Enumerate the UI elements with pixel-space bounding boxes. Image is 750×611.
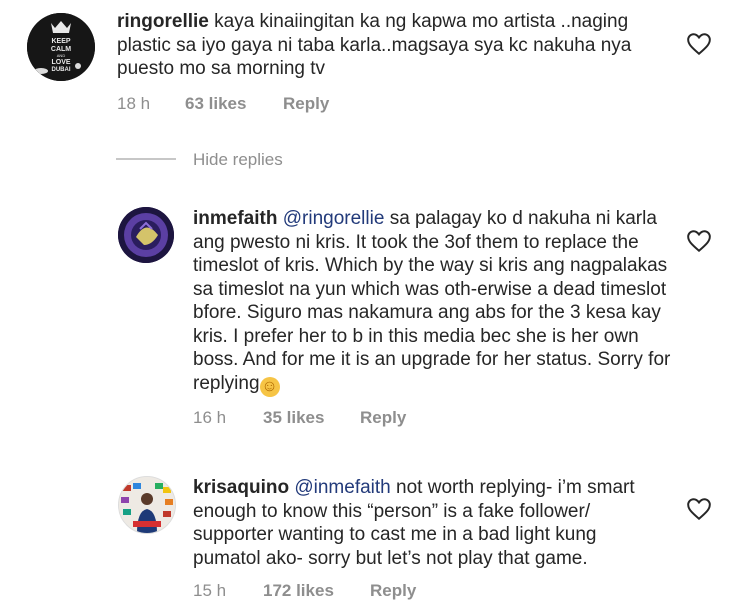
reply-button[interactable]: Reply [360,408,406,428]
avatar-krisaquino[interactable] [118,476,176,534]
avatar-word-4: LOVE [51,59,70,66]
hide-replies-link[interactable]: Hide replies [193,150,283,170]
reply-button[interactable]: Reply [283,94,329,114]
username-krisaquino[interactable]: krisaquino [193,477,289,498]
mention-inmefaith[interactable]: @inmefaith [294,477,390,498]
timestamp: 15 h [193,581,227,600]
likes-count[interactable]: 172 likes [263,581,370,601]
username-inmefaith[interactable]: inmefaith [193,208,277,229]
avatar-word-2: CALM [51,46,71,53]
avatar-word-5: DUBAI [52,67,71,73]
avatar-word-1: KEEP [51,38,70,45]
inmefaith-avatar-art [118,207,174,263]
comment-meta-2: 16 h 35 likes Reply [193,408,406,428]
likes-count[interactable]: 63 likes [185,94,283,114]
comment-inmefaith: inmefaith @ringorellie sa palagay ko d n… [193,207,673,397]
heart-outline-icon[interactable] [686,229,712,253]
username-ringorellie[interactable]: ringorellie [117,11,209,32]
hide-replies-divider [116,158,176,160]
heart-outline-icon[interactable] [686,32,712,56]
smiling-emoji: ☺ [259,376,280,397]
avatar-inmefaith[interactable] [118,207,174,263]
comment-krisaquino: krisaquino @inmefaith not worth replying… [193,476,668,570]
reply-button[interactable]: Reply [370,581,416,601]
avatar-word-3: AND [57,53,66,58]
heart-outline-icon[interactable] [686,497,712,521]
krisaquino-avatar-art [119,477,175,533]
comment-body: sa palagay ko d nakuha ni karla ang pwes… [193,208,671,394]
mention-ringorellie[interactable]: @ringorellie [283,208,385,229]
avatar-ringorellie[interactable]: KEEP CALM AND LOVE DUBAI [27,13,95,81]
timestamp: 18 h [117,94,151,113]
timestamp: 16 h [193,408,227,427]
likes-count[interactable]: 35 likes [263,408,360,428]
comment-meta-1: 18 h 63 likes Reply [117,94,329,114]
comment-ringorellie: ringorellie kaya kinaiingitan ka ng kapw… [117,10,685,81]
comment-meta-3: 15 h 172 likes Reply [193,581,416,601]
keep-calm-avatar-art: KEEP CALM AND LOVE DUBAI [27,13,95,81]
